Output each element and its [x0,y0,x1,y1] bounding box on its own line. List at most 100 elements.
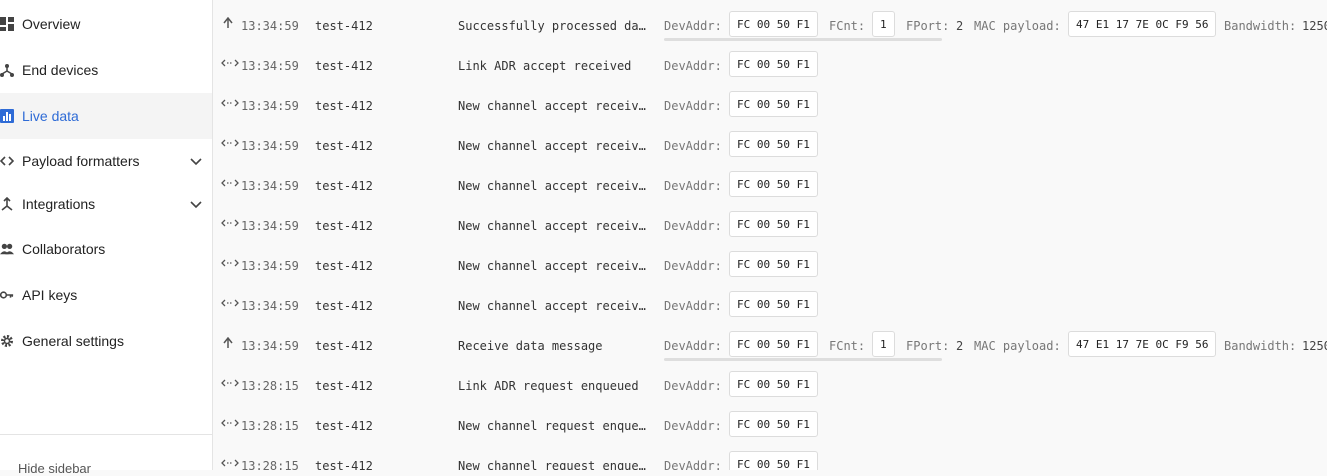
devaddr-value[interactable]: FC 00 50 F1 [729,331,818,357]
bandwidth-label: Bandwidth: [1224,339,1297,353]
mac-payload-value[interactable]: 47 E1 17 7E 0C F9 56 [1068,11,1217,37]
event-row[interactable]: 13:28:15 test-412 Link ADR request enqueue… [213,363,1327,403]
event-device-id[interactable]: test-412 [315,179,373,193]
event-message: New channel accept received [458,219,653,233]
fcnt-value[interactable]: 1 [872,11,895,37]
event-device-id[interactable]: test-412 [315,99,373,113]
devaddr-label: DevAddr: [664,99,722,113]
mac-payload-value[interactable]: 47 E1 17 7E 0C F9 56 [1068,331,1217,357]
devaddr-label: DevAddr: [664,219,722,233]
devaddr-value[interactable]: FC 00 50 F1 [729,291,818,317]
sidebar-item-end-devices[interactable]: End devices [0,47,212,93]
devaddr-value[interactable]: FC 00 50 F1 [729,131,818,157]
event-row[interactable]: 13:34:59 test-412 Receive data message DevA… [213,323,1327,363]
fcnt-label: FCnt: [829,339,866,353]
devaddr-value[interactable]: FC 00 50 F1 [729,211,818,237]
event-row[interactable]: 13:34:59 test-412 Link ADR accept received… [213,43,1327,83]
event-message: New channel accept received [458,99,653,113]
fcnt-label: FCnt: [829,19,866,33]
event-device-id[interactable]: test-412 [315,299,373,313]
devaddr-value[interactable]: FC 00 50 F1 [729,11,818,37]
event-device-id[interactable]: test-412 [315,259,373,273]
event-time: 13:34:59 [241,179,299,193]
fcnt-value[interactable]: 1 [872,331,895,357]
event-device-id[interactable]: test-412 [315,379,373,393]
chevron-down-icon[interactable] [190,196,202,212]
live-data-event-list: 13:34:59 test-412 Successfully processed d… [213,0,1327,470]
event-message: New channel accept received [458,299,653,313]
event-device-id[interactable]: test-412 [315,139,373,153]
devaddr-value[interactable]: FC 00 50 F1 [729,371,818,397]
sidebar-item-label: API keys [22,287,78,303]
event-device-id[interactable]: test-412 [315,459,373,470]
event-row[interactable]: 13:34:59 test-412 New channel accept recei… [213,83,1327,123]
devaddr-value[interactable]: FC 00 50 F1 [729,51,818,77]
event-row[interactable]: 13:28:15 test-412 New channel request enqu… [213,443,1327,470]
event-time: 13:28:15 [241,459,299,470]
event-row[interactable]: 13:34:59 test-412 New channel accept recei… [213,123,1327,163]
hide-sidebar-button[interactable]: Hide sidebar [0,434,212,476]
mac-command-icon [221,177,239,189]
sidebar-item-label: Live data [22,108,79,124]
grid-icon [0,17,14,31]
event-device-id[interactable]: test-412 [315,339,373,353]
sidebar-item-overview[interactable]: Overview [0,1,212,47]
devaddr-value[interactable]: FC 00 50 F1 [729,171,818,197]
devaddr-label: DevAddr: [664,339,722,353]
event-row[interactable]: 13:34:59 test-412 New channel accept recei… [213,283,1327,323]
event-time: 13:34:59 [241,259,299,273]
event-message: Link ADR accept received [458,59,632,73]
mac-command-icon [221,97,239,109]
mac-command-icon [221,57,239,69]
devaddr-label: DevAddr: [664,419,722,433]
chevron-down-icon[interactable] [190,153,202,169]
integrations-icon [0,197,14,211]
event-time: 13:34:59 [241,59,299,73]
bandwidth-label: Bandwidth: [1224,19,1297,33]
event-device-id[interactable]: test-412 [315,59,373,73]
uplink-arrow-icon [221,336,237,349]
mac-command-icon [221,137,239,149]
devaddr-value[interactable]: FC 00 50 F1 [729,251,818,277]
event-divider [664,38,942,41]
sidebar-item-label: Overview [22,16,81,32]
event-time: 13:28:15 [241,379,299,393]
key-icon [0,288,14,302]
fport-value: 2 [956,339,964,353]
event-device-id[interactable]: test-412 [315,419,373,433]
devaddr-label: DevAddr: [664,299,722,313]
event-row[interactable]: 13:28:15 test-412 New channel request enqu… [213,403,1327,443]
sidebar-item-api-keys[interactable]: API keys [0,272,212,318]
event-row[interactable]: 13:34:59 test-412 New channel accept recei… [213,163,1327,203]
fport-label: FPort: [906,19,950,33]
sidebar-item-live-data[interactable]: Live data [0,93,212,139]
event-device-id[interactable]: test-412 [315,219,373,233]
devices-icon [0,63,14,77]
event-row[interactable]: 13:34:59 test-412 New channel accept recei… [213,203,1327,243]
uplink-arrow-icon [221,16,237,29]
code-icon [0,154,14,168]
devaddr-value[interactable]: FC 00 50 F1 [729,451,818,470]
sidebar-item-integrations[interactable]: Integrations [0,181,212,227]
sidebar-item-general-settings[interactable]: General settings [0,318,212,364]
event-time: 13:34:59 [241,339,299,353]
people-icon [0,242,14,256]
devaddr-value[interactable]: FC 00 50 F1 [729,411,818,437]
event-divider [664,358,942,361]
event-message: New channel request enqueued [458,419,653,433]
sidebar-item-label: Collaborators [22,241,106,257]
sidebar-item-label: General settings [22,333,124,349]
event-message: Successfully processed data message [458,19,653,33]
sidebar-item-label: Payload formatters [22,153,140,169]
devaddr-label: DevAddr: [664,139,722,153]
event-row[interactable]: 13:34:59 test-412 Successfully processed d… [213,3,1327,43]
sidebar-item-payload-formatters[interactable]: Payload formatters [0,138,212,184]
event-row[interactable]: 13:34:59 test-412 New channel accept recei… [213,243,1327,283]
devaddr-label: DevAddr: [664,19,722,33]
event-time: 13:28:15 [241,419,299,433]
mac-command-icon [221,297,239,309]
event-message: New channel accept received [458,139,653,153]
event-device-id[interactable]: test-412 [315,19,373,33]
devaddr-value[interactable]: FC 00 50 F1 [729,91,818,117]
sidebar-item-collaborators[interactable]: Collaborators [0,226,212,272]
